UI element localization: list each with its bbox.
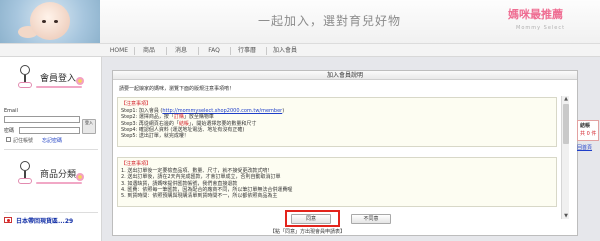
- nav-home[interactable]: HOME: [106, 44, 132, 57]
- sidebar-divider: [4, 212, 98, 213]
- category-section-title: 商品分類: [40, 170, 77, 180]
- login-button[interactable]: 登入: [82, 119, 96, 134]
- rule-line: 5. 到貨時間：依照預購與現購清單到貨時間不一，所以都依照商品為主: [121, 193, 278, 200]
- nav-faq[interactable]: FAQ: [203, 44, 225, 57]
- panel-intro: 請要一起娘家的媽咪，瀏覽下面的版規注意事項唷！: [119, 86, 235, 92]
- checkout-widget[interactable]: 結帳 共 0 件: [577, 120, 599, 141]
- password-field[interactable]: [19, 127, 80, 134]
- forgot-password-link[interactable]: 忘記密碼: [42, 137, 62, 144]
- cart-count: 共 0 件: [580, 131, 597, 137]
- site-slogan: 一起加入，選對育兒好物: [258, 14, 402, 28]
- steps-notice-box: 【注意事項】 Step1: 加入會員 (http://mommyselect.s…: [117, 97, 557, 147]
- panel-scrollbar[interactable]: ▲ ▼: [561, 96, 569, 219]
- nav-calendar[interactable]: 行事曆: [234, 44, 260, 57]
- flower-icon: [76, 77, 84, 85]
- step5-line: Step5: 送出訂單，就完成嘍！: [121, 133, 189, 140]
- password-label: 密碼: [4, 128, 15, 134]
- left-sidebar: 會員登入 Email 密碼 登入 記住帳號 忘記密碼 商品分類 日本帶回現貨區.…: [0, 57, 102, 241]
- nav-news[interactable]: 消息: [170, 44, 192, 57]
- remember-checkbox[interactable]: [6, 137, 11, 142]
- email-field[interactable]: [4, 116, 80, 123]
- scroll-up-icon[interactable]: ▲: [563, 96, 569, 102]
- panel-title: 加入會員說明: [113, 71, 577, 80]
- flower-icon: [76, 173, 84, 181]
- join-member-panel: 加入會員說明 請要一起娘家的媽咪，瀏覽下面的版規注意事項唷！ 【注意事項】 St…: [112, 70, 578, 236]
- cartoon-kid-icon: [18, 65, 32, 89]
- scroll-thumb[interactable]: [563, 104, 569, 144]
- site-header: 一起加入，選對育兒好物 媽咪最推薦 Mommy Select: [0, 0, 600, 43]
- disagree-button[interactable]: 不同意: [351, 214, 391, 224]
- login-section-title: 會員登入: [40, 74, 77, 84]
- agree-hint: 【點「同意」方出現會員申請表】: [270, 229, 346, 235]
- email-label: Email: [4, 108, 18, 114]
- sidebar-divider: [4, 149, 98, 150]
- agree-button-highlight: [285, 210, 340, 227]
- back-home-link[interactable]: 回首頁: [577, 144, 592, 151]
- cartoon-kid-icon: [18, 161, 32, 185]
- decorative-line: [36, 86, 82, 88]
- rules-notice-box: 【注意事項】 1. 送出訂單後一定要檢查品項、數量、尺寸，就不接受更改款式唷! …: [117, 157, 557, 207]
- category-item-japan[interactable]: 日本帶回現貨區...29: [4, 216, 98, 226]
- baby-banner-image: [0, 0, 100, 43]
- category-item-label: 日本帶回現貨區...29: [16, 218, 74, 225]
- brand-logo[interactable]: 媽咪最推薦: [508, 6, 563, 22]
- brand-subtitle: Mommy Select: [516, 25, 566, 31]
- decorative-line: [36, 182, 82, 184]
- scroll-down-icon[interactable]: ▼: [563, 213, 569, 219]
- nav-join-member[interactable]: 加入會員: [270, 44, 300, 57]
- steps-heading: 【注意事項】: [121, 101, 152, 107]
- nav-products[interactable]: 商品: [138, 44, 160, 57]
- remember-label: 記住帳號: [13, 138, 34, 144]
- japan-flag-icon: [4, 217, 12, 223]
- main-nav: HOME 商品 消息 FAQ 行事曆 加入會員: [0, 43, 600, 57]
- rules-heading: 【注意事項】: [121, 161, 152, 167]
- checkout-title: 結帳: [580, 123, 591, 129]
